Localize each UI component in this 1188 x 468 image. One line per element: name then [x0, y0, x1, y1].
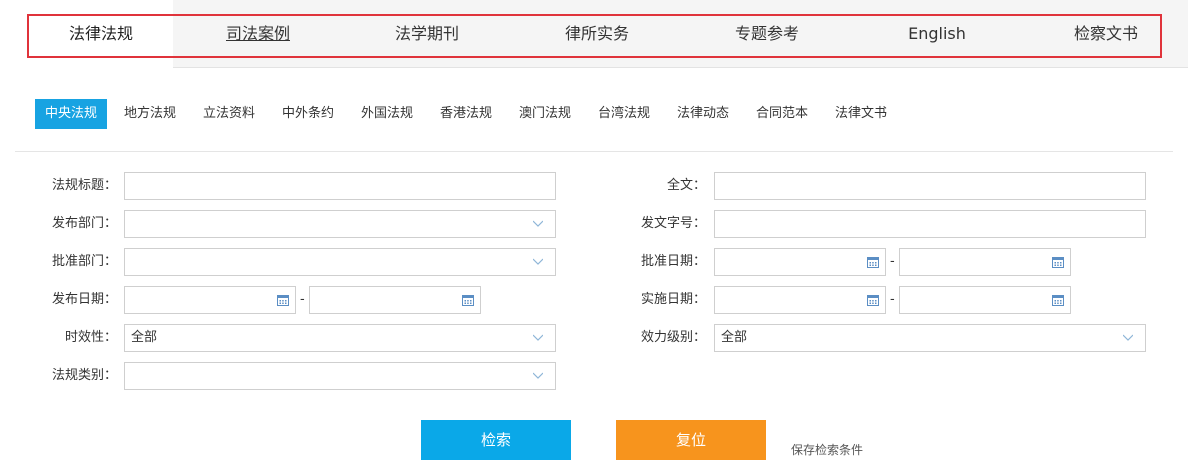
search-button[interactable]: 检索	[421, 420, 571, 460]
tab-topic-reference[interactable]: 专题参考	[695, 16, 839, 56]
top-tabs: 法律法规 司法案例 法学期刊 律所实务 专题参考 English 检察文书	[27, 14, 1162, 58]
tab-judicial-cases[interactable]: 司法案例	[186, 16, 330, 56]
publish-date-start[interactable]	[124, 286, 296, 314]
approve-dept-select[interactable]	[124, 248, 556, 276]
subtab-legal-documents[interactable]: 法律文书	[825, 99, 897, 129]
label-validity: 时效性：	[64, 330, 117, 345]
effective-date-start[interactable]	[714, 286, 886, 314]
calendar-icon	[462, 295, 474, 306]
tab-law-firm-practice[interactable]: 律所实务	[525, 16, 669, 56]
label-title: 法规标题：	[51, 178, 117, 193]
range-separator: -	[890, 292, 895, 307]
category-select[interactable]	[124, 362, 556, 390]
docno-input[interactable]	[714, 210, 1146, 238]
approve-date-start[interactable]	[714, 248, 886, 276]
tab-label: 法律法规	[68, 24, 133, 43]
tab-label: 律所实务	[564, 24, 629, 43]
subtab-hongkong-regulations[interactable]: 香港法规	[430, 99, 502, 129]
subtab-foreign-regulations[interactable]: 外国法规	[351, 99, 423, 129]
label-dept: 发布部门：	[51, 216, 117, 231]
calendar-icon	[277, 295, 289, 306]
tab-law-journals[interactable]: 法学期刊	[355, 16, 499, 56]
subtab-central-regulations[interactable]: 中央法规	[35, 99, 108, 129]
range-separator: -	[890, 254, 895, 269]
calendar-icon	[867, 257, 879, 268]
publish-date-end[interactable]	[309, 286, 481, 314]
label-docno: 发文字号：	[640, 216, 706, 231]
subtab-macau-regulations[interactable]: 澳门法规	[509, 99, 581, 129]
tab-procuratorial-documents[interactable]: 检察文书	[1034, 16, 1178, 56]
tab-label: 检察文书	[1073, 24, 1138, 43]
label-approve-date: 批准日期：	[640, 254, 706, 269]
tab-label: English	[908, 24, 966, 43]
subtab-local-regulations[interactable]: 地方法规	[114, 99, 186, 129]
chevron-down-icon	[533, 372, 543, 379]
fulltext-input[interactable]	[714, 172, 1146, 200]
tab-label: 专题参考	[734, 24, 799, 43]
tab-label: 法学期刊	[394, 24, 459, 43]
chevron-down-icon	[533, 258, 543, 265]
calendar-icon	[1052, 257, 1064, 268]
level-value: 全部	[721, 330, 748, 345]
dept-select[interactable]	[124, 210, 556, 238]
level-select[interactable]: 全部	[714, 324, 1146, 352]
tab-english[interactable]: English	[865, 16, 1009, 56]
chevron-down-icon	[533, 220, 543, 227]
divider	[15, 151, 1173, 152]
chevron-down-icon	[1123, 334, 1133, 341]
subtab-legal-news[interactable]: 法律动态	[667, 99, 739, 129]
effective-date-end[interactable]	[899, 286, 1071, 314]
range-separator: -	[300, 292, 305, 307]
label-level: 效力级别：	[640, 330, 706, 345]
chevron-down-icon	[533, 334, 543, 341]
label-fulltext: 全文：	[666, 178, 706, 193]
label-publish-date: 发布日期：	[51, 292, 117, 307]
validity-value: 全部	[131, 330, 158, 345]
reset-button[interactable]: 复位	[616, 420, 766, 460]
calendar-icon	[1052, 295, 1064, 306]
tab-laws-regulations[interactable]: 法律法规	[29, 16, 173, 56]
approve-date-end[interactable]	[899, 248, 1071, 276]
subtab-taiwan-regulations[interactable]: 台湾法规	[588, 99, 660, 129]
label-approve-dept: 批准部门：	[51, 254, 117, 269]
subtab-treaties[interactable]: 中外条约	[272, 99, 344, 129]
label-category: 法规类别：	[51, 368, 117, 383]
calendar-icon	[867, 295, 879, 306]
subtab-contract-templates[interactable]: 合同范本	[746, 99, 818, 129]
label-effective-date: 实施日期：	[640, 292, 706, 307]
title-input[interactable]	[124, 172, 556, 200]
validity-select[interactable]: 全部	[124, 324, 556, 352]
save-search-link[interactable]: 保存检索条件	[791, 441, 863, 458]
tab-label: 司法案例	[225, 24, 290, 43]
subtab-legislative-materials[interactable]: 立法资料	[193, 99, 265, 129]
search-page: 法律法规 司法案例 法学期刊 律所实务 专题参考 English 检察文书 中央…	[0, 0, 1188, 468]
